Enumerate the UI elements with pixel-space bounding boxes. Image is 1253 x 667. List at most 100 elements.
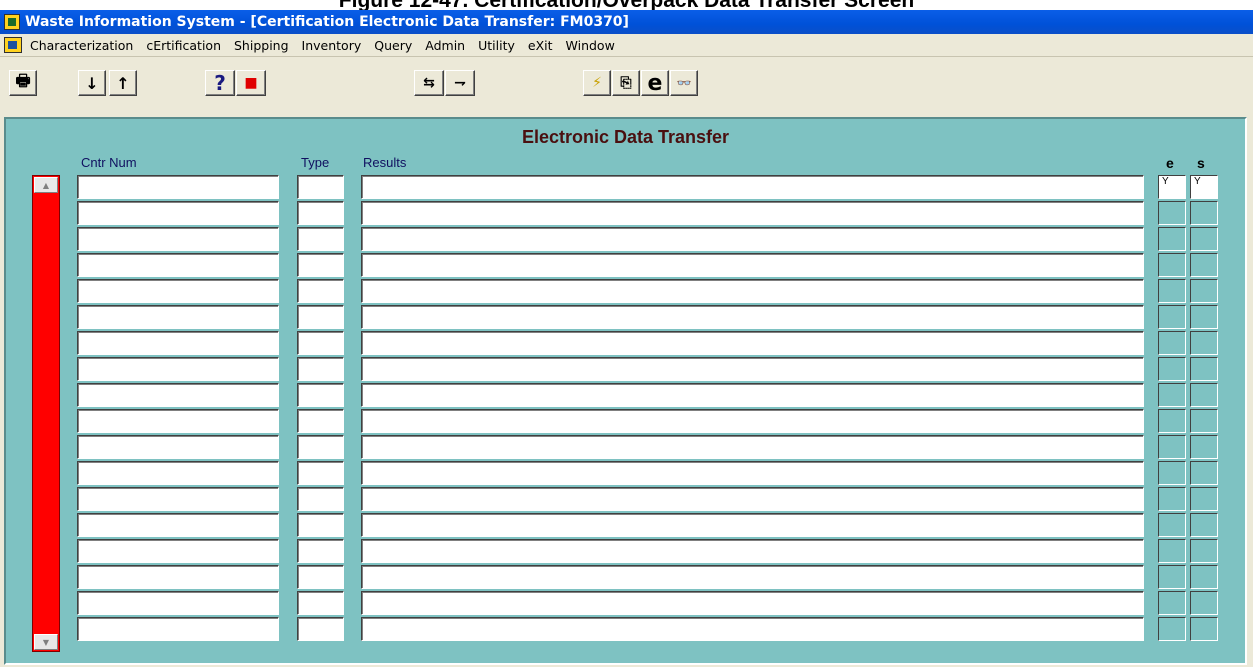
- s-flag-field[interactable]: [1190, 617, 1218, 641]
- type-field[interactable]: [297, 253, 344, 277]
- e-flag-field[interactable]: [1158, 617, 1186, 641]
- type-field[interactable]: [297, 175, 344, 199]
- cntr-num-field[interactable]: [77, 617, 279, 641]
- cntr-num-field[interactable]: [77, 591, 279, 615]
- type-field[interactable]: [297, 617, 344, 641]
- e-flag-field[interactable]: [1158, 227, 1186, 251]
- type-field[interactable]: [297, 435, 344, 459]
- menu-item-shipping[interactable]: Shipping: [234, 38, 289, 53]
- results-field[interactable]: [361, 565, 1144, 589]
- document-icon[interactable]: [4, 37, 22, 53]
- results-field[interactable]: [361, 279, 1144, 303]
- cntr-num-field[interactable]: [77, 331, 279, 355]
- s-flag-field[interactable]: [1190, 435, 1218, 459]
- tool-a-button[interactable]: ⇆: [414, 70, 444, 96]
- s-flag-field[interactable]: [1190, 331, 1218, 355]
- e-flag-field[interactable]: [1158, 461, 1186, 485]
- type-field[interactable]: [297, 539, 344, 563]
- type-field[interactable]: [297, 201, 344, 225]
- type-field[interactable]: [297, 591, 344, 615]
- s-flag-field[interactable]: [1190, 539, 1218, 563]
- results-field[interactable]: [361, 617, 1144, 641]
- s-flag-field[interactable]: [1190, 487, 1218, 511]
- e-flag-field[interactable]: [1158, 487, 1186, 511]
- e-flag-field[interactable]: [1158, 539, 1186, 563]
- results-field[interactable]: [361, 513, 1144, 537]
- s-flag-field[interactable]: [1190, 305, 1218, 329]
- cntr-num-field[interactable]: [77, 409, 279, 433]
- menu-item-window[interactable]: Window: [566, 38, 615, 53]
- next-record-button[interactable]: ↓: [78, 70, 106, 96]
- e-button[interactable]: e: [641, 70, 669, 96]
- e-flag-field[interactable]: [1158, 591, 1186, 615]
- e-flag-field[interactable]: [1158, 305, 1186, 329]
- cntr-num-field[interactable]: [77, 253, 279, 277]
- results-field[interactable]: [361, 487, 1144, 511]
- menu-item-admin[interactable]: Admin: [425, 38, 465, 53]
- menu-item-inventory[interactable]: Inventory: [302, 38, 362, 53]
- e-flag-field[interactable]: [1158, 357, 1186, 381]
- results-field[interactable]: [361, 409, 1144, 433]
- s-flag-field[interactable]: [1190, 383, 1218, 407]
- s-flag-field[interactable]: [1190, 513, 1218, 537]
- s-flag-field[interactable]: [1190, 461, 1218, 485]
- type-field[interactable]: [297, 331, 344, 355]
- cntr-num-field[interactable]: [77, 201, 279, 225]
- cntr-num-field[interactable]: [77, 435, 279, 459]
- s-flag-field[interactable]: [1190, 565, 1218, 589]
- cntr-num-field[interactable]: [77, 357, 279, 381]
- type-field[interactable]: [297, 279, 344, 303]
- execute-button[interactable]: ⚡: [583, 70, 611, 96]
- s-flag-field[interactable]: [1190, 409, 1218, 433]
- s-flag-field[interactable]: [1190, 279, 1218, 303]
- prev-record-button[interactable]: ↑: [109, 70, 137, 96]
- tool-b-button[interactable]: ⇁: [445, 70, 475, 96]
- cntr-num-field[interactable]: [77, 175, 279, 199]
- cntr-num-field[interactable]: [77, 279, 279, 303]
- results-field[interactable]: [361, 435, 1144, 459]
- cntr-num-field[interactable]: [77, 461, 279, 485]
- cntr-num-field[interactable]: [77, 305, 279, 329]
- results-field[interactable]: [361, 331, 1144, 355]
- cntr-num-field[interactable]: [77, 565, 279, 589]
- menu-item-characterization[interactable]: Characterization: [30, 38, 133, 53]
- menu-item-query[interactable]: Query: [374, 38, 412, 53]
- print-button[interactable]: 🖶: [9, 70, 37, 96]
- e-flag-field[interactable]: [1158, 435, 1186, 459]
- s-flag-field[interactable]: Y: [1190, 175, 1218, 199]
- view-button[interactable]: 👓: [670, 70, 698, 96]
- help-button[interactable]: ?: [205, 70, 235, 96]
- e-flag-field[interactable]: [1158, 565, 1186, 589]
- type-field[interactable]: [297, 487, 344, 511]
- type-field[interactable]: [297, 565, 344, 589]
- cntr-num-field[interactable]: [77, 539, 279, 563]
- results-field[interactable]: [361, 201, 1144, 225]
- results-field[interactable]: [361, 383, 1144, 407]
- results-field[interactable]: [361, 357, 1144, 381]
- copy-button[interactable]: ⎘: [612, 70, 640, 96]
- e-flag-field[interactable]: [1158, 331, 1186, 355]
- type-field[interactable]: [297, 357, 344, 381]
- menu-item-utility[interactable]: Utility: [478, 38, 515, 53]
- results-field[interactable]: [361, 305, 1144, 329]
- e-flag-field[interactable]: [1158, 253, 1186, 277]
- results-field[interactable]: [361, 591, 1144, 615]
- e-flag-field[interactable]: [1158, 201, 1186, 225]
- type-field[interactable]: [297, 513, 344, 537]
- type-field[interactable]: [297, 383, 344, 407]
- type-field[interactable]: [297, 305, 344, 329]
- exit-form-button[interactable]: ■: [236, 70, 266, 96]
- e-flag-field[interactable]: [1158, 409, 1186, 433]
- menu-item-certification[interactable]: cErtification: [146, 38, 221, 53]
- s-flag-field[interactable]: [1190, 357, 1218, 381]
- s-flag-field[interactable]: [1190, 201, 1218, 225]
- cntr-num-field[interactable]: [77, 227, 279, 251]
- s-flag-field[interactable]: [1190, 591, 1218, 615]
- type-field[interactable]: [297, 409, 344, 433]
- results-field[interactable]: [361, 175, 1144, 199]
- cntr-num-field[interactable]: [77, 383, 279, 407]
- type-field[interactable]: [297, 461, 344, 485]
- e-flag-field[interactable]: [1158, 383, 1186, 407]
- results-field[interactable]: [361, 227, 1144, 251]
- results-field[interactable]: [361, 461, 1144, 485]
